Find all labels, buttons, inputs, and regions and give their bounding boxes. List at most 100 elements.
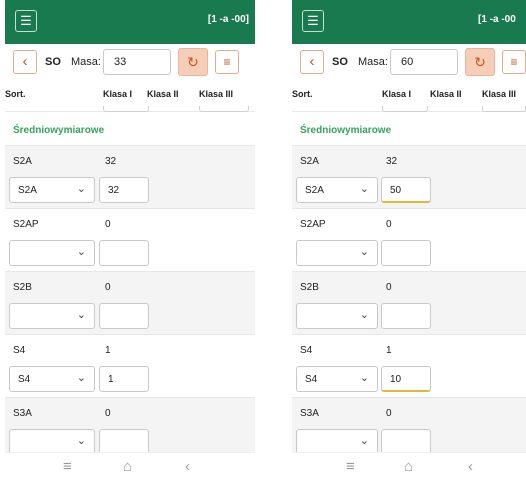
class-input[interactable]: 10 <box>381 366 431 392</box>
table-row: S2A 32 S2A ⌄ 50 <box>292 145 526 208</box>
settings-icon[interactable]: ≡ <box>215 50 239 74</box>
refresh-icon[interactable]: ↻ <box>465 48 495 76</box>
row-value: 1 <box>105 345 111 356</box>
row-name: S3A <box>13 408 32 419</box>
toolbar: ‹ SO Masa: 60 ↻ ≡ <box>292 44 526 80</box>
table-row: S2B 0 ⌄ <box>5 271 255 334</box>
chevron-down-icon: ⌄ <box>76 435 86 447</box>
sort-select[interactable]: ⌄ <box>9 240 95 266</box>
row-value: 32 <box>386 156 398 167</box>
masa-input[interactable]: 33 <box>103 49 171 75</box>
sort-select[interactable]: ⌄ <box>9 303 95 329</box>
chevron-down-icon: ⌄ <box>76 309 86 321</box>
nav-back-icon[interactable]: ‹ <box>185 458 190 475</box>
class-input[interactable]: 32 <box>99 177 149 203</box>
col-klasa-3: Klasa III <box>482 89 517 99</box>
class-input[interactable] <box>381 303 431 329</box>
col-klasa-1: Klasa I <box>382 89 412 99</box>
table-row: S3A 0 ⌄ <box>5 397 255 460</box>
class-input[interactable] <box>99 303 149 329</box>
sort-select-value: S2A <box>305 185 324 196</box>
table-row: S4 1 S4 ⌄ 10 <box>292 334 526 397</box>
col-box-1 <box>103 106 149 112</box>
chevron-down-icon: ⌄ <box>359 246 369 258</box>
record-status: [1 -a -00] <box>207 14 249 25</box>
species-code: SO <box>45 56 61 68</box>
menu-icon[interactable]: ☰ <box>302 10 324 32</box>
row-name: S3A <box>300 408 319 419</box>
home-icon[interactable]: ⌂ <box>404 458 413 475</box>
row-name: S4 <box>13 345 26 356</box>
column-header: Sort. Klasa I Klasa II Klasa III <box>5 80 255 112</box>
sort-select[interactable]: ⌄ <box>296 303 378 329</box>
row-value: 1 <box>386 345 392 356</box>
class-input[interactable]: 1 <box>99 366 149 392</box>
refresh-icon[interactable]: ↻ <box>178 48 208 76</box>
col-klasa-2: Klasa II <box>147 89 179 99</box>
row-name: S2B <box>300 282 319 293</box>
masa-label: Masa: <box>71 56 101 68</box>
section-header: Średniowymiarowe <box>292 113 526 147</box>
row-value: 32 <box>105 156 117 167</box>
table-row: S2AP 0 ⌄ <box>292 208 526 271</box>
chevron-down-icon: ⌄ <box>359 435 369 447</box>
table-row: S3A 0 ⌄ <box>292 397 526 460</box>
row-name: S2AP <box>300 219 326 230</box>
class-input[interactable] <box>99 240 149 266</box>
nav-back-icon[interactable]: ‹ <box>468 458 473 475</box>
sort-select[interactable]: S4 ⌄ <box>9 366 95 392</box>
col-sort: Sort. <box>292 89 313 99</box>
masa-label: Masa: <box>358 56 388 68</box>
home-icon[interactable]: ⌂ <box>123 458 132 475</box>
row-name: S2A <box>300 156 319 167</box>
sort-select-value: S2A <box>18 185 37 196</box>
table-row: S2A 32 S2A ⌄ 32 <box>5 145 255 208</box>
row-value: 0 <box>105 408 111 419</box>
col-box-3 <box>482 106 526 112</box>
class-input[interactable]: 50 <box>381 177 431 203</box>
sort-select[interactable]: S4 ⌄ <box>296 366 378 392</box>
species-code: SO <box>332 56 348 68</box>
col-sort: Sort. <box>5 89 26 99</box>
row-value: 0 <box>386 282 392 293</box>
col-box-1 <box>382 106 428 112</box>
back-icon[interactable]: ‹ <box>13 50 37 74</box>
table-row: S4 1 S4 ⌄ 1 <box>5 334 255 397</box>
phone-screen-left: ☰ [1 -a -00] ‹ SO Masa: 33 ↻ ≡ Sort. Kla… <box>5 0 255 481</box>
chevron-down-icon: ⌄ <box>359 372 369 384</box>
row-value: 0 <box>386 408 392 419</box>
sort-select[interactable]: ⌄ <box>296 240 378 266</box>
section-header: Średniowymiarowe <box>5 113 255 147</box>
chevron-down-icon: ⌄ <box>76 246 86 258</box>
row-value: 0 <box>386 219 392 230</box>
row-value: 0 <box>105 282 111 293</box>
col-klasa-2: Klasa II <box>430 89 462 99</box>
masa-input[interactable]: 60 <box>390 49 458 75</box>
row-name: S2AP <box>13 219 39 230</box>
chevron-down-icon: ⌄ <box>359 309 369 321</box>
app-top-bar: ☰ [1 -a -00 <box>292 0 526 44</box>
col-klasa-3: Klasa III <box>199 89 234 99</box>
sort-select[interactable]: S2A ⌄ <box>9 177 95 203</box>
phone-screen-right: ☰ [1 -a -00 ‹ SO Masa: 60 ↻ ≡ Sort. Klas… <box>292 0 526 481</box>
column-header: Sort. Klasa I Klasa II Klasa III <box>292 80 526 112</box>
menu-icon[interactable]: ☰ <box>15 10 37 32</box>
chevron-down-icon: ⌄ <box>359 183 369 195</box>
sort-select[interactable]: S2A ⌄ <box>296 177 378 203</box>
sort-select-value: S4 <box>305 374 318 385</box>
app-top-bar: ☰ [1 -a -00] <box>5 0 255 44</box>
row-name: S4 <box>300 345 313 356</box>
col-klasa-1: Klasa I <box>103 89 133 99</box>
section-title: Średniowymiarowe <box>13 125 105 136</box>
back-icon[interactable]: ‹ <box>300 50 324 74</box>
row-name: S2B <box>13 282 32 293</box>
chevron-down-icon: ⌄ <box>76 372 86 384</box>
toolbar: ‹ SO Masa: 33 ↻ ≡ <box>5 44 255 80</box>
system-nav-bar: ≡ ⌂ ‹ <box>5 452 255 481</box>
row-value: 0 <box>105 219 111 230</box>
class-input[interactable] <box>381 240 431 266</box>
col-box-3 <box>199 106 249 112</box>
recents-icon[interactable]: ≡ <box>63 458 72 475</box>
recents-icon[interactable]: ≡ <box>346 458 355 475</box>
settings-icon[interactable]: ≡ <box>502 50 526 74</box>
